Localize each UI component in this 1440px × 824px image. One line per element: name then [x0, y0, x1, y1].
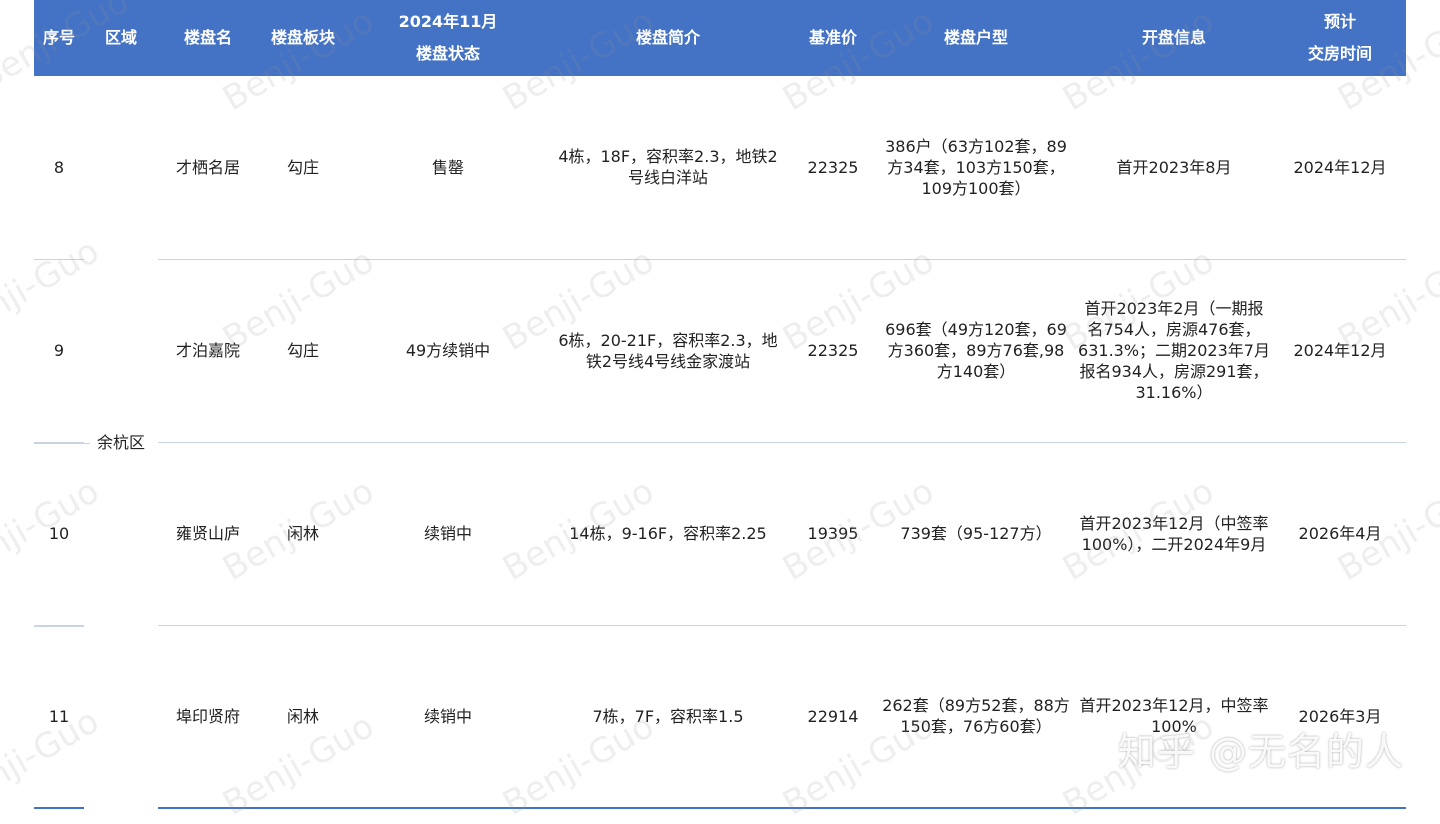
region-divider — [34, 443, 90, 444]
cell-units: 386户（63方102套，89方34套，103方150套，109方100套） — [878, 76, 1074, 260]
cell-price: 22914 — [788, 625, 878, 809]
header-delivery-line1: 预计 — [1323, 12, 1356, 31]
cell-seq: 8 — [34, 76, 84, 260]
cell-delivery: 2026年3月 — [1274, 625, 1406, 809]
cell-opening: 首开2023年12月，中签率100% — [1074, 625, 1274, 809]
cell-price: 22325 — [788, 76, 878, 260]
header-seq: 序号 — [34, 0, 84, 76]
cell-status: 续销中 — [348, 442, 548, 626]
cell-region: 余杭区 — [84, 76, 158, 808]
cell-units: 696套（49方120套，69方360套，89方76套,98方140套） — [878, 259, 1074, 443]
cell-name: 雍贤山庐 — [158, 442, 258, 626]
cell-opening: 首开2023年12月（中签率100%），二开2024年9月 — [1074, 442, 1274, 626]
cell-name: 埠印贤府 — [158, 625, 258, 809]
cell-status: 49方续销中 — [348, 259, 548, 443]
header-name: 楼盘名 — [158, 0, 258, 76]
header-price: 基准价 — [788, 0, 878, 76]
header-status-line2: 楼盘状态 — [415, 44, 480, 63]
cell-seq: 10 — [34, 442, 84, 626]
cell-intro: 6栋，20-21F，容积率2.3，地铁2号线4号线金家渡站 — [548, 259, 788, 443]
cell-block: 闲林 — [258, 625, 348, 809]
table-row: 11 埠印贤府 闲林 续销中 7栋，7F，容积率1.5 22914 262套（8… — [34, 625, 1406, 809]
header-intro: 楼盘简介 — [548, 0, 788, 76]
cell-intro: 4栋，18F，容积率2.3，地铁2号线白洋站 — [548, 76, 788, 260]
table-row: 9 才泊嘉院 勾庄 49方续销中 6栋，20-21F，容积率2.3，地铁2号线4… — [34, 259, 1406, 443]
cell-seq: 9 — [34, 259, 84, 443]
header-units: 楼盘户型 — [878, 0, 1074, 76]
header-region: 区域 — [84, 0, 158, 76]
header-status: 2024年11月 楼盘状态 — [348, 0, 548, 76]
cell-block: 勾庄 — [258, 76, 348, 260]
cell-units: 739套（95-127方） — [878, 442, 1074, 626]
zhihu-watermark: 知乎 @无名的人 — [1117, 730, 1404, 774]
header-opening: 开盘信息 — [1074, 0, 1274, 76]
property-table: 序号 区域 楼盘名 楼盘板块 2024年11月 楼盘状态 楼盘简介 基准价 楼盘… — [34, 0, 1406, 809]
cell-name: 才泊嘉院 — [158, 259, 258, 443]
region-label: 余杭区 — [96, 432, 145, 452]
cell-delivery: 2024年12月 — [1274, 76, 1406, 260]
cell-status: 售罄 — [348, 76, 548, 260]
cell-opening: 首开2023年2月（一期报名754人，房源476套，631.3%；二期2023年… — [1074, 259, 1274, 443]
cell-seq: 11 — [34, 625, 84, 809]
cell-name: 才栖名居 — [158, 76, 258, 260]
property-table-wrapper: 序号 区域 楼盘名 楼盘板块 2024年11月 楼盘状态 楼盘简介 基准价 楼盘… — [34, 0, 1406, 810]
region-divider — [34, 626, 84, 627]
cell-opening: 首开2023年8月 — [1074, 76, 1274, 260]
cell-status: 续销中 — [348, 625, 548, 809]
cell-block: 闲林 — [258, 442, 348, 626]
cell-intro: 7栋，7F，容积率1.5 — [548, 625, 788, 809]
cell-price: 19395 — [788, 442, 878, 626]
cell-intro: 14栋，9-16F，容积率2.25 — [548, 442, 788, 626]
cell-delivery: 2026年4月 — [1274, 442, 1406, 626]
table-row: 8 余杭区 才栖名居 勾庄 售罄 4栋，18F，容积率2.3，地铁2号线白洋站 … — [34, 76, 1406, 452]
header-delivery: 预计 交房时间 — [1274, 0, 1406, 76]
cell-units: 262套（89方52套，88方150套，76方60套） — [878, 625, 1074, 809]
header-status-line1: 2024年11月 — [398, 12, 498, 31]
header-row: 序号 区域 楼盘名 楼盘板块 2024年11月 楼盘状态 楼盘简介 基准价 楼盘… — [34, 0, 1406, 76]
header-delivery-line2: 交房时间 — [1307, 44, 1372, 63]
cell-delivery: 2024年12月 — [1274, 259, 1406, 443]
cell-price: 22325 — [788, 259, 878, 443]
table-row: 10 雍贤山庐 闲林 续销中 14栋，9-16F，容积率2.25 19395 7… — [34, 442, 1406, 626]
header-block: 楼盘板块 — [258, 0, 348, 76]
cell-block: 勾庄 — [258, 259, 348, 443]
